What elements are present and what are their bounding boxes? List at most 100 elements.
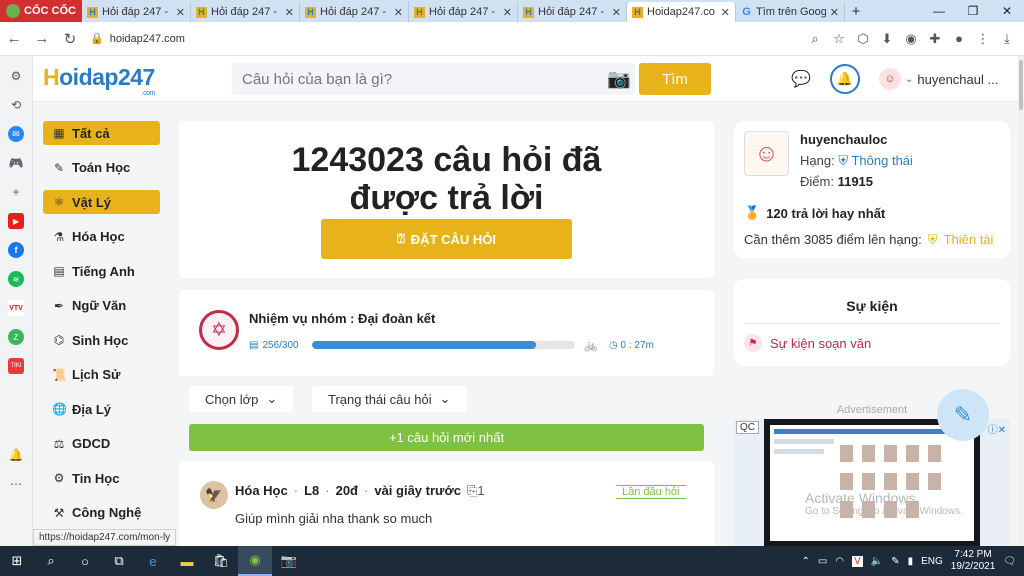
edge-icon[interactable]: e [136,546,170,576]
add-icon[interactable]: + [8,184,24,200]
subject-item-technology[interactable]: ⚒ Công Nghệ [43,501,160,525]
close-icon[interactable]: ✕ [721,6,730,19]
clock[interactable]: 7:42 PM 19/2/2021 [951,549,996,573]
scrollbar-thumb[interactable] [1019,60,1023,110]
browser-tab[interactable]: H Hỏi đáp 247 - ✕ [191,2,300,22]
forward-icon[interactable]: → [28,30,56,47]
hoidap247-logo[interactable]: Hoidap247 .com [43,64,155,97]
subject-item-civics[interactable]: ⚖ GDCD [43,432,160,456]
more-icon[interactable]: ⋯ [8,476,24,492]
close-icon[interactable]: ✕ [394,6,403,19]
lock-icon[interactable]: 🔒 [90,32,104,45]
browser-tab[interactable]: H Hỏi đáp 247 - ✕ [82,2,191,22]
search-button[interactable]: Tìm [639,63,711,95]
coccoc-extension-icon[interactable]: ◉ [902,30,920,48]
back-icon[interactable]: ← [0,30,28,47]
search-input[interactable] [242,70,603,88]
ask-question-button[interactable]: ⍰ ĐẶT CÂU HỎI [321,219,572,259]
subject-item-english[interactable]: ▤ Tiếng Anh [43,259,160,283]
subject-item-physics[interactable]: ⚛ Vật Lý [43,190,160,214]
close-window-icon[interactable]: ✕ [990,0,1024,22]
extension-icon[interactable]: ⬡ [854,30,872,48]
browser-tab-active[interactable]: H Hoidap247.co ✕ [627,2,736,22]
restore-icon[interactable]: ❐ [956,0,990,22]
cortana-icon[interactable]: ○ [68,546,102,576]
camera-app-icon[interactable]: 📷 [272,546,306,576]
close-icon[interactable]: ✕ [503,6,512,19]
menu-icon[interactable]: ⋮ [974,30,992,48]
task-view-icon[interactable]: ⧉ [102,546,136,576]
close-icon[interactable]: ✕ [176,6,185,19]
subject-item-biology[interactable]: ⌬ Sinh Học [43,328,160,352]
downloads-icon[interactable]: ⤓ [998,30,1016,48]
grade-select[interactable]: Chọn lớp ⌄ [189,386,294,412]
event-item[interactable]: ⚑ Sự kiện soạn văn [744,334,871,352]
pen-tray-icon[interactable]: ✎ [891,556,899,567]
close-icon[interactable]: ✕ [830,6,839,19]
chat-icon[interactable]: 💬 [790,68,812,90]
close-icon[interactable]: ✕ [285,6,294,19]
store-icon[interactable]: 🛍 [204,546,238,576]
download-save-icon[interactable]: ⬇ [878,30,896,48]
spotify-icon[interactable]: ≋ [8,271,24,287]
chevron-up-icon[interactable]: ⌃ [802,556,810,567]
browser-tab[interactable]: H Hỏi đáp 247 - ✕ [409,2,518,22]
url-field[interactable]: 🔒 hoidap247.com [90,26,806,52]
battery-icon[interactable]: ▮ [908,556,914,567]
subject-item-geography[interactable]: 🌐 Địa Lý [43,397,160,421]
messenger-icon[interactable]: ✉ [8,126,24,142]
subject-item-all[interactable]: ▦ Tất cả [43,121,160,145]
user-menu[interactable]: ☺ ⌄ huyenchaul ... [879,68,998,90]
volume-icon[interactable]: 🔈 [871,556,883,567]
zoom-icon[interactable]: ⌕ [806,30,824,48]
next-rank-info: Cần thêm 3085 điểm lên hạng: ⛨ Thiên tài [744,232,993,248]
floating-quiz-icon[interactable]: ✎ [937,389,989,441]
vietkey-icon[interactable]: V [852,555,863,567]
profile-icon[interactable]: ● [950,30,968,48]
new-tab-button[interactable]: + [845,2,867,22]
question-subject[interactable]: Hóa Học [235,483,288,499]
file-explorer-icon[interactable]: ▬ [170,546,204,576]
profile-name[interactable]: huyenchauloc [800,132,887,147]
vtv-go-icon[interactable]: VTV [8,300,24,316]
scrollbar[interactable] [1018,56,1024,546]
subject-item-chemistry[interactable]: ⚗ Hóa Học [43,225,160,249]
newest-questions-button[interactable]: +1 câu hỏi mới nhất [189,424,704,451]
wifi-icon[interactable]: ◠ [835,556,844,567]
subject-item-informatics[interactable]: ⚙ Tin Học [43,466,160,490]
browser-tab[interactable]: H Hỏi đáp 247 - ✕ [518,2,627,22]
notification-bell-icon[interactable]: 🔔 [8,447,24,463]
subject-item-math[interactable]: ✎ Toán Học [43,156,160,180]
camera-icon[interactable]: 📷 [603,63,635,95]
tiki-icon[interactable]: TIKI [8,358,24,374]
network-icon[interactable]: ▭ [818,556,827,567]
language-indicator[interactable]: ENG [921,556,943,567]
reload-icon[interactable]: ↻ [56,30,84,48]
subject-item-history[interactable]: 📜 Lịch Sử [43,363,160,387]
notification-center-icon[interactable]: 🗨 [1003,556,1016,567]
minimize-icon[interactable]: — [922,0,956,22]
bookmark-star-icon[interactable]: ☆ [830,30,848,48]
history-icon[interactable]: ⟲ [8,97,24,113]
question-card[interactable]: 🦅 Hóa Học · L8 · 20đ · vài giây trước ⎘1… [179,461,714,551]
close-icon[interactable]: ✕ [612,6,621,19]
game-controller-icon[interactable]: 🎮 [8,155,24,171]
bell-icon[interactable]: 🔔 [830,64,860,94]
windows-start-icon[interactable]: ⊞ [0,546,34,576]
puzzle-icon[interactable]: ✚ [926,30,944,48]
ad-info-icon[interactable]: ⓘ✕ [988,421,1006,436]
facebook-icon[interactable]: f [8,242,24,258]
browser-tab[interactable]: G Tìm trên Goog ✕ [736,2,845,22]
question-text[interactable]: Giúp mình giải nha thank so much [235,511,432,526]
avatar[interactable]: ☺ [744,131,789,176]
coccoc-logo[interactable]: CỐC CỐC [0,0,82,22]
youtube-icon[interactable]: ▶ [8,213,24,229]
coccoc-taskbar-icon[interactable]: ◉ [238,546,272,576]
question-status-select[interactable]: Trạng thái câu hỏi ⌄ [312,386,467,412]
zalo-icon[interactable]: Z [8,329,24,345]
avatar[interactable]: 🦅 [200,481,228,509]
subject-item-literature[interactable]: ✒ Ngữ Văn [43,294,160,318]
search-icon[interactable]: ⌕ [34,546,68,576]
settings-gear-icon[interactable]: ⚙ [8,68,24,84]
browser-tab[interactable]: H Hỏi đáp 247 - ✕ [300,2,409,22]
